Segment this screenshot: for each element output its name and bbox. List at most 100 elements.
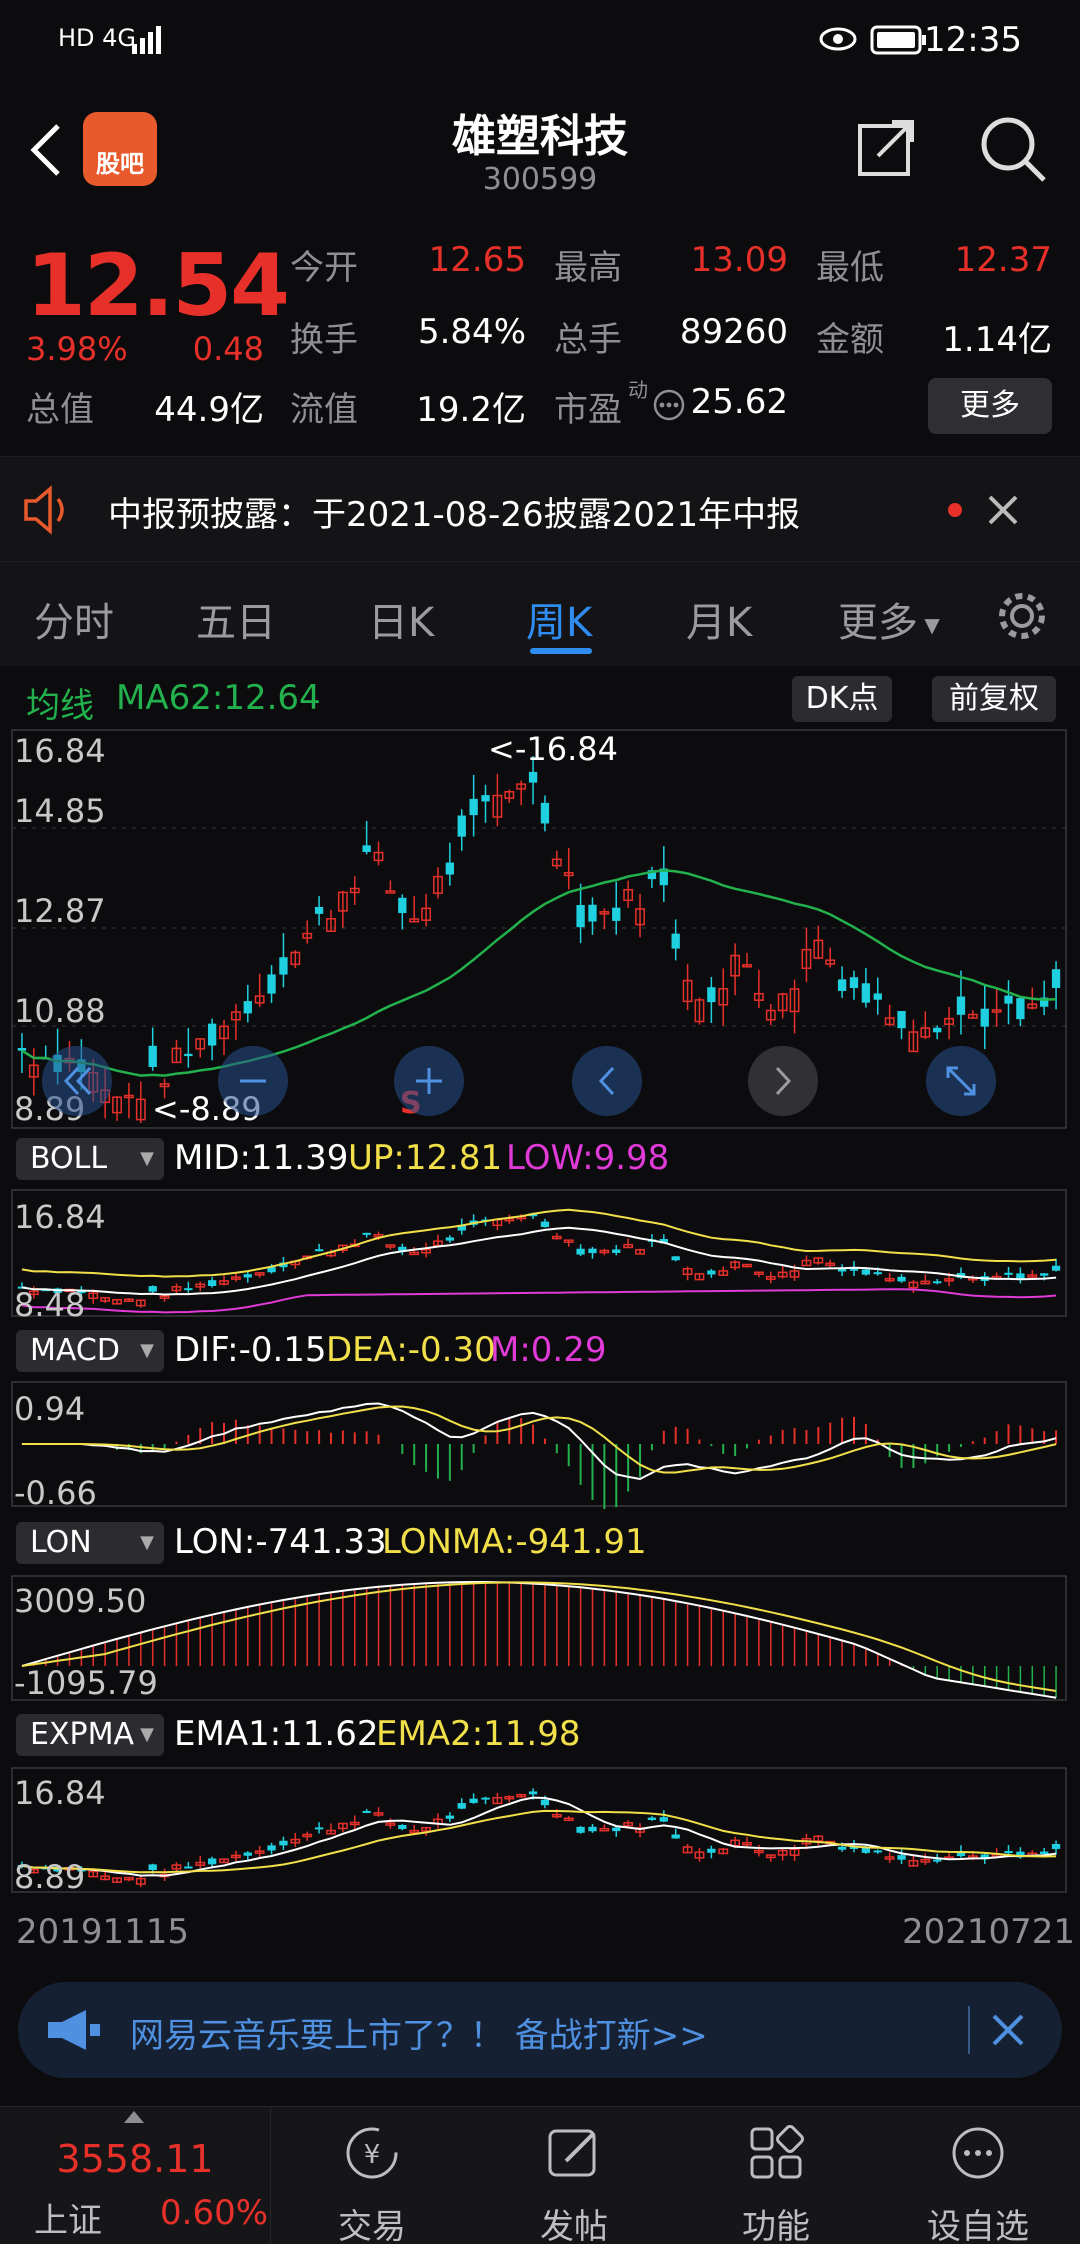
lon-name: LON: [30, 1525, 92, 1560]
prev-button[interactable]: [572, 1046, 642, 1116]
index-percent: 0.60%: [160, 2193, 269, 2233]
candle-body: [540, 1221, 550, 1228]
candle-body: [243, 1852, 252, 1856]
change-amount: 0.48: [192, 330, 264, 368]
lon-frame: [11, 1575, 1067, 1701]
lon-y-top: 3009.50: [14, 1582, 147, 1620]
volume-label: 总手: [554, 320, 622, 360]
eye-icon: [819, 27, 857, 51]
gear-icon[interactable]: [994, 588, 1050, 644]
candle-body: [445, 1237, 455, 1241]
index-ticker[interactable]: 3558.11 上证 0.60%: [0, 2107, 268, 2244]
kline-candles: [17, 755, 1061, 1124]
tab-more[interactable]: 更多 ▼: [838, 590, 940, 648]
date-start: 20191115: [16, 1912, 190, 1952]
candle-body: [362, 1810, 371, 1813]
candle-body: [1016, 1273, 1025, 1279]
pe-superscript: 动: [628, 378, 648, 402]
nav-post[interactable]: 发帖: [466, 2107, 682, 2244]
lonma-value: LONMA:-941.91: [382, 1522, 647, 1562]
more-button[interactable]: 更多: [928, 378, 1052, 434]
tab-monthly-k[interactable]: 月K: [686, 590, 752, 648]
macd-dea-value: DEA:-0.30: [326, 1330, 496, 1370]
battery-icon: [870, 25, 926, 55]
macd-frame: [11, 1381, 1067, 1507]
candle-body: [528, 1791, 538, 1795]
candle-body: [385, 890, 396, 894]
tab-five-day[interactable]: 五日: [196, 590, 276, 648]
candle-body: [980, 1008, 989, 1027]
candle-body: [398, 897, 407, 914]
close-icon[interactable]: [990, 2012, 1026, 2048]
promo-banner[interactable]: 网易云音乐要上市了？！ 备战打新>>: [18, 1982, 1062, 2078]
minus-icon: [240, 1079, 266, 1083]
mktcap-label: 总值: [26, 390, 94, 430]
macd-selector[interactable]: MACD ▼: [16, 1330, 164, 1372]
ma-value: MA62:12.64: [116, 678, 321, 718]
scroll-left-button[interactable]: [42, 1046, 112, 1116]
nav-functions[interactable]: 功能: [668, 2107, 884, 2244]
tab-daily-k[interactable]: 日K: [368, 590, 434, 648]
pe-value: 25.62: [690, 382, 788, 422]
nav-watchlist[interactable]: 设自选: [870, 2107, 1080, 2244]
candle-body: [1051, 1265, 1061, 1271]
adjust-button[interactable]: 前复权: [932, 676, 1056, 722]
zoom-in-button[interactable]: [394, 1046, 464, 1116]
share-icon[interactable]: [856, 116, 918, 178]
edit-icon: [548, 2129, 596, 2177]
stock-code: 300599: [482, 162, 598, 197]
candle-body: [647, 1817, 657, 1820]
tab-weekly-k[interactable]: 周K: [526, 590, 592, 648]
close-icon[interactable]: [986, 493, 1020, 527]
search-icon[interactable]: [978, 114, 1048, 184]
max-price-note: <-16.84: [488, 730, 618, 768]
candle-body: [873, 993, 882, 1000]
notice-bar[interactable]: 中报预披露：于2021-08-26披露2021年中报: [0, 456, 1080, 562]
tab-intraday[interactable]: 分时: [34, 590, 114, 648]
candle-body: [956, 996, 966, 1015]
candle-body: [837, 1846, 847, 1850]
candle-body: [588, 1248, 597, 1254]
quote-panel: 12.54 3.98% 0.48 今开 12.65 最高 13.09 最低 12…: [0, 216, 1080, 456]
candle-body: [588, 904, 597, 922]
dk-point-button[interactable]: DK点: [792, 676, 892, 722]
candle-body: [243, 1001, 252, 1014]
fullscreen-button[interactable]: [926, 1046, 996, 1116]
zoom-out-button[interactable]: [218, 1046, 288, 1116]
caret-down-icon: ▼: [140, 1340, 154, 1361]
amount-value: 1.14亿: [942, 320, 1052, 360]
boll-selector[interactable]: BOLL ▼: [16, 1138, 164, 1180]
page-title: 雄塑科技: [452, 111, 628, 162]
nav-trade[interactable]: ¥ 交易: [264, 2107, 480, 2244]
next-button[interactable]: [748, 1046, 818, 1116]
open-value: 12.65: [428, 240, 526, 280]
ma-label[interactable]: 均线: [26, 678, 94, 727]
candle-body: [148, 1286, 157, 1292]
candle-body: [1051, 969, 1061, 988]
double-chevron-left-icon: [63, 1066, 92, 1096]
macd-histogram: [92, 1416, 1058, 1509]
high-value: 13.09: [690, 240, 788, 280]
open-label: 今开: [290, 248, 358, 288]
kline-frame: [11, 729, 1067, 1129]
high-label: 最高: [554, 248, 622, 288]
candle-body: [837, 979, 847, 991]
candle-body: [612, 1827, 621, 1832]
candle-body: [362, 1232, 371, 1235]
candle-body: [445, 862, 455, 875]
unread-dot: [948, 503, 962, 517]
candle-body: [873, 1850, 882, 1853]
candle-body: [314, 907, 324, 914]
candle-body: [707, 987, 716, 1003]
candle-body: [148, 1864, 157, 1871]
nav-functions-label: 功能: [742, 2207, 810, 2244]
lon-selector[interactable]: LON ▼: [16, 1522, 164, 1564]
expma-name: EXPMA: [30, 1717, 135, 1752]
more-dots-icon[interactable]: [652, 388, 686, 422]
status-bar: HD 4G 12:35: [0, 0, 1080, 80]
expma-selector[interactable]: EXPMA ▼: [16, 1714, 164, 1756]
macd-y-top: 0.94: [14, 1390, 86, 1428]
candle-body: [279, 957, 288, 975]
chevron-left-icon: [598, 1066, 615, 1096]
boll-up-value: UP:12.81: [348, 1138, 503, 1178]
